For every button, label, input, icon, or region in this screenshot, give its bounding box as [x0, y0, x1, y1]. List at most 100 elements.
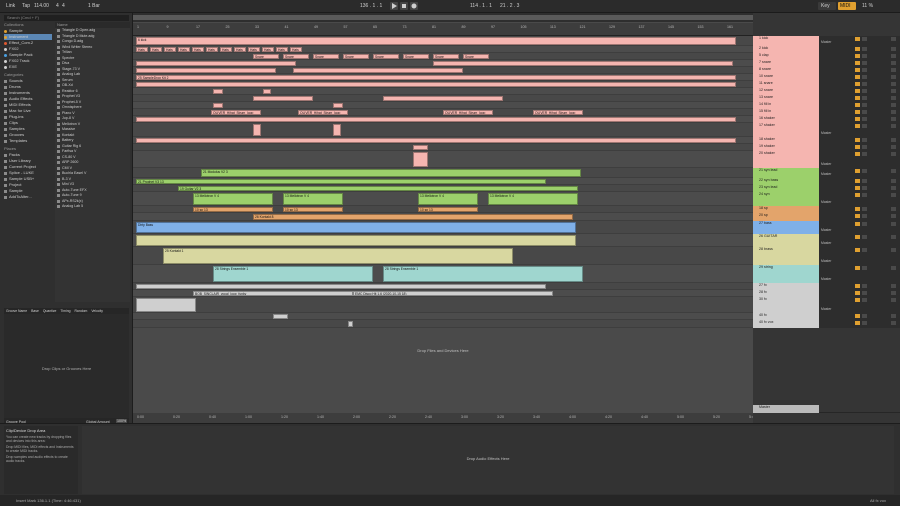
solo-button[interactable]: [862, 266, 867, 270]
track-name[interactable]: 16 shaker: [753, 116, 819, 123]
arrangement-clip[interactable]: [263, 89, 271, 94]
track-routing[interactable]: Master: [821, 131, 831, 135]
solo-button[interactable]: [862, 89, 867, 93]
arrangement-clip[interactable]: Snare: [403, 54, 429, 59]
track-lane[interactable]: OLIVER_Hihat_Strum_loop OLIVER_Hihat_Stru…: [133, 109, 753, 116]
loop-start-field[interactable]: 114 . 1 . 1: [470, 3, 492, 9]
track-lane[interactable]: [133, 320, 753, 328]
arrangement-clip[interactable]: [333, 103, 343, 108]
key-map-button[interactable]: Key: [818, 2, 836, 10]
arm-button[interactable]: [891, 47, 896, 51]
arrangement-clip[interactable]: Hats: [290, 47, 302, 52]
arrangement-clip[interactable]: 19 Guitar V2 3: [178, 186, 578, 191]
time-signature-numerator[interactable]: 4: [56, 3, 59, 9]
track-lane[interactable]: [133, 234, 753, 247]
arm-button[interactable]: [891, 89, 896, 93]
arrangement-clip[interactable]: [413, 152, 428, 167]
track-activator[interactable]: [855, 89, 860, 93]
groove-column-header[interactable]: Quantize: [43, 308, 57, 314]
track-name[interactable]: 8 snare: [753, 67, 819, 74]
track-header[interactable]: 29 string Master: [753, 265, 900, 283]
track-name[interactable]: 18 sp: [753, 206, 819, 213]
track-header[interactable]: 30 fx Master: [753, 297, 900, 313]
track-lane[interactable]: BOB_SINCLAIR_vocal_loop_funky EMC Disco H…: [133, 290, 753, 297]
arrangement-clip[interactable]: BOB_SINCLAIR_vocal_loop_funky: [193, 291, 353, 296]
stop-icon[interactable]: [400, 2, 408, 10]
arm-button[interactable]: [891, 82, 896, 86]
solo-button[interactable]: [862, 117, 867, 121]
arrangement-clip[interactable]: OLIVER_Hihat_Strum_loop: [211, 110, 261, 115]
track-lane[interactable]: [133, 137, 753, 144]
groove-column-header[interactable]: Random: [74, 308, 87, 314]
track-activator[interactable]: [855, 298, 860, 302]
arrangement-clip[interactable]: [136, 61, 296, 66]
arrangement-clip[interactable]: [253, 124, 261, 136]
arm-button[interactable]: [891, 248, 896, 252]
groove-column-header[interactable]: Groove Name: [6, 308, 27, 314]
arm-button[interactable]: [891, 169, 896, 173]
track-header[interactable]: 11 snare: [753, 81, 900, 88]
arrangement-clip[interactable]: Hats: [164, 47, 176, 52]
track-activator[interactable]: [855, 75, 860, 79]
record-icon[interactable]: [410, 2, 418, 10]
solo-button[interactable]: [862, 145, 867, 149]
arrangement-clip[interactable]: Hats: [262, 47, 274, 52]
arrangement-clip[interactable]: [213, 103, 223, 108]
track-header[interactable]: 18 shaker: [753, 137, 900, 144]
arm-button[interactable]: [891, 124, 896, 128]
arm-button[interactable]: [891, 103, 896, 107]
arrangement-clip[interactable]: Hats: [276, 47, 288, 52]
track-header[interactable]: 27 bass Master: [753, 221, 900, 234]
track-activator[interactable]: [855, 222, 860, 226]
arrangement-clip[interactable]: 10 sp 13: [193, 207, 273, 212]
track-header[interactable]: 12 snare: [753, 88, 900, 95]
arm-button[interactable]: [891, 152, 896, 156]
track-activator[interactable]: [855, 284, 860, 288]
track-header[interactable]: 27 fx: [753, 283, 900, 290]
track-lane[interactable]: 28 Strings Ensemble 1 28 Strings Ensemble…: [133, 265, 753, 283]
solo-button[interactable]: [862, 179, 867, 183]
track-name[interactable]: 27 bass: [753, 221, 819, 234]
track-name[interactable]: 22 syn bass: [753, 178, 819, 185]
track-name[interactable]: 19 shaker: [753, 144, 819, 151]
arm-button[interactable]: [891, 145, 896, 149]
track-activator[interactable]: [855, 248, 860, 252]
track-header[interactable]: 8 snare: [753, 67, 900, 74]
track-name[interactable]: 30 fx: [753, 297, 819, 313]
solo-button[interactable]: [862, 54, 867, 58]
track-routing[interactable]: Master: [821, 259, 831, 263]
track-routing[interactable]: Master: [821, 277, 831, 281]
track-lane[interactable]: [133, 81, 753, 88]
arrangement-clip[interactable]: Hats: [192, 47, 204, 52]
arrangement-clip[interactable]: Dirty Bass: [136, 222, 576, 233]
track-lane[interactable]: 10 sp 13 10 sp 13 10 sp 13: [133, 206, 753, 213]
track-header[interactable]: 5 clap: [753, 53, 900, 60]
track-lane[interactable]: [133, 88, 753, 95]
arrangement-clip[interactable]: 13 Mellotron V 4: [283, 193, 343, 205]
tempo-field[interactable]: 114.00: [34, 3, 49, 9]
track-name[interactable]: 20 shaker: [753, 151, 819, 168]
track-name[interactable]: 27 fx: [753, 283, 819, 290]
arrangement-clip[interactable]: [273, 314, 288, 319]
track-header[interactable]: 10 snare: [753, 74, 900, 81]
arrangement-clip[interactable]: [253, 96, 313, 101]
arrangement-clip[interactable]: 26 Kontakt 8: [253, 214, 573, 220]
track-name[interactable]: 40 fx vox: [753, 320, 819, 328]
arrangement-clip[interactable]: 25 Kontakt 1: [163, 248, 513, 264]
arrangement-clip[interactable]: [213, 89, 223, 94]
track-activator[interactable]: [855, 291, 860, 295]
track-lane[interactable]: Snare Snare Snare Snare Snare Snare Snare Snare: [133, 53, 753, 60]
track-lane[interactable]: [133, 151, 753, 168]
track-header[interactable]: 24 syn Master: [753, 192, 900, 206]
arrangement-clip[interactable]: Hats: [206, 47, 218, 52]
link-button[interactable]: Link: [6, 3, 15, 9]
arrangement-clip[interactable]: 21 Modulus V2 3: [201, 169, 581, 177]
beat-time-ruler[interactable]: 1 9 17 25 33 41 49 57 65 73 81 89 97 105 113 121 129 137 1…: [133, 23, 753, 36]
track-name[interactable]: 15 fill in: [753, 109, 819, 116]
solo-button[interactable]: [862, 214, 867, 218]
arm-button[interactable]: [891, 75, 896, 79]
solo-button[interactable]: [862, 291, 867, 295]
track-header[interactable]: 26 GUITAR Master: [753, 234, 900, 247]
track-routing[interactable]: Master: [821, 172, 831, 176]
track-activator[interactable]: [855, 96, 860, 100]
